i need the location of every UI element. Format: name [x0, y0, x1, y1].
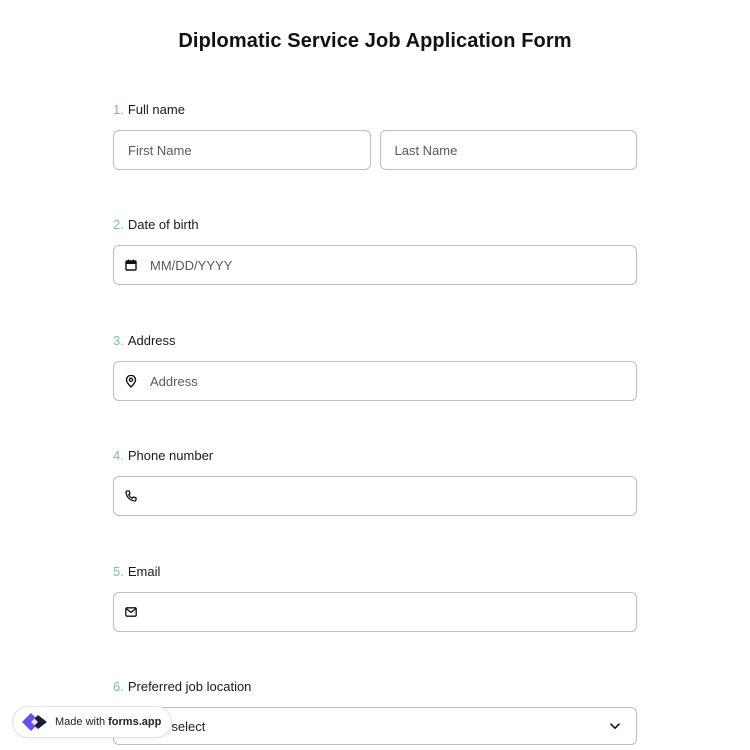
badge-prefix: Made with — [55, 716, 106, 728]
question-phone-number: 4. Phone number — [113, 446, 637, 516]
question-text: Phone number — [127, 448, 214, 463]
made-with-forms-app-badge[interactable]: Made with forms.app — [12, 706, 173, 738]
question-number: 1. — [113, 102, 124, 117]
question-email: 5. Email — [113, 562, 637, 632]
phone-icon — [124, 489, 138, 503]
question-label: 2. Date of birth — [113, 215, 637, 235]
forms-app-logo-icon — [19, 710, 49, 734]
full-name-row: First Name Last Name — [113, 130, 637, 170]
question-number: 4. — [113, 448, 124, 463]
question-text: Date of birth — [127, 217, 199, 232]
form-page: Diplomatic Service Job Application Form … — [0, 0, 750, 750]
question-text: Preferred job location — [127, 679, 252, 694]
address-placeholder: Address — [150, 373, 198, 389]
question-number: 3. — [113, 333, 124, 348]
badge-brand: forms.app — [108, 716, 162, 728]
question-text: Full name — [127, 102, 185, 117]
question-label: 1. Full name — [113, 100, 637, 120]
job-location-select[interactable]: Please select — [113, 707, 637, 745]
question-text: Address — [127, 333, 176, 348]
question-number: 2. — [113, 217, 124, 232]
question-full-name: 1. Full name First Name Last Name — [113, 100, 637, 170]
first-name-placeholder: First Name — [128, 142, 192, 158]
question-preferred-job-location: 6.Preferred job location Please select — [113, 677, 637, 745]
phone-number-input[interactable] — [113, 476, 637, 516]
question-number: 5. — [113, 564, 124, 579]
date-of-birth-input[interactable]: MM/DD/YYYY — [113, 245, 637, 285]
question-text: Email — [127, 564, 161, 579]
date-of-birth-placeholder: MM/DD/YYYY — [150, 257, 233, 273]
question-date-of-birth: 2. Date of birth MM/DD/YYYY — [113, 215, 637, 285]
question-label: 3. Address — [113, 331, 637, 351]
question-label: 6. Preferred job location — [113, 677, 637, 697]
question-label: 5. Email — [113, 562, 637, 582]
location-pin-icon — [124, 374, 138, 388]
address-input[interactable]: Address — [113, 361, 637, 401]
last-name-placeholder: Last Name — [394, 142, 458, 158]
chevron-down-icon — [608, 719, 622, 733]
question-address: 3. Address Address — [113, 331, 637, 401]
first-name-input[interactable]: First Name — [113, 130, 371, 170]
question-label: 4. Phone number — [113, 446, 637, 466]
calendar-icon — [124, 258, 138, 272]
page-title: Diplomatic Service Job Application Form — [178, 30, 572, 52]
last-name-input[interactable]: Last Name — [379, 130, 637, 170]
question-number: 6. — [113, 679, 124, 694]
envelope-icon — [124, 605, 138, 619]
email-input[interactable] — [113, 592, 637, 632]
